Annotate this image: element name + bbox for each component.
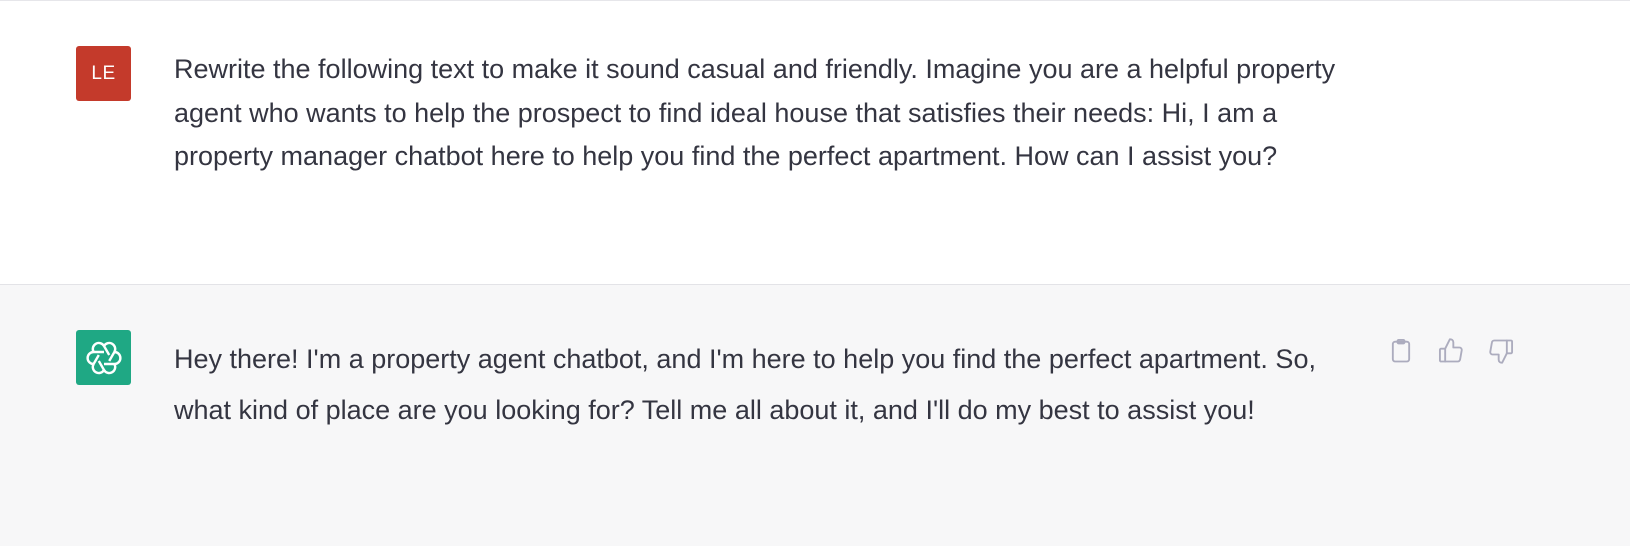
clipboard-icon <box>1391 338 1411 363</box>
message-actions <box>1384 334 1518 368</box>
assistant-message: Hey there! I'm a property agent chatbot,… <box>0 285 1630 546</box>
openai-logo-icon <box>85 341 122 374</box>
copy-button[interactable] <box>1384 334 1418 368</box>
assistant-avatar <box>76 330 131 385</box>
chat-thread: LE Rewrite the following text to make it… <box>0 0 1630 546</box>
thumbs-down-icon <box>1489 339 1514 364</box>
user-avatar-initials: LE <box>91 62 116 84</box>
thumbs-down-button[interactable] <box>1484 334 1518 368</box>
user-message: LE Rewrite the following text to make it… <box>0 0 1630 285</box>
user-message-text: Rewrite the following text to make it so… <box>174 54 1336 171</box>
assistant-message-text: Hey there! I'm a property agent chatbot,… <box>174 344 1316 425</box>
user-avatar: LE <box>76 46 131 101</box>
thumbs-up-icon <box>1438 338 1463 363</box>
thumbs-up-button[interactable] <box>1434 334 1468 368</box>
